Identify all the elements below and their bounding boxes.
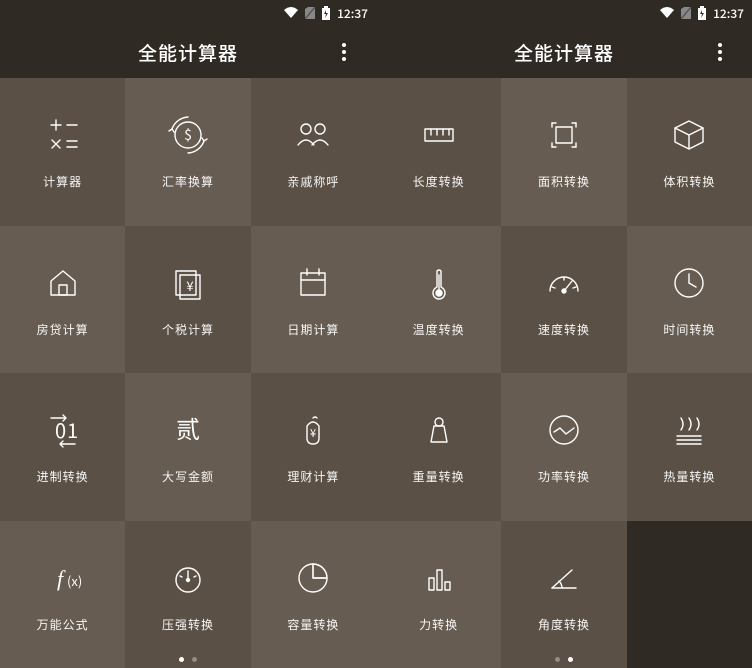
svg-text:1: 1 xyxy=(67,415,78,444)
grid-cell-base[interactable]: 0 1 进制转换 xyxy=(0,373,125,521)
temp-icon xyxy=(417,261,461,305)
time-icon xyxy=(667,261,711,305)
svg-text:(x): (x) xyxy=(67,571,82,590)
power-icon xyxy=(542,408,586,452)
force-icon xyxy=(417,556,461,600)
cell-label: 万能公式 xyxy=(37,616,89,633)
more-vert-icon xyxy=(718,43,722,61)
sim-icon xyxy=(305,7,315,19)
svg-text:¥: ¥ xyxy=(310,425,316,441)
svg-text:f: f xyxy=(57,566,66,591)
grid-cell-speed[interactable]: 速度转换 xyxy=(501,226,626,374)
wifi-icon xyxy=(659,7,675,19)
cell-label: 汇率换算 xyxy=(162,173,214,190)
overflow-menu-button[interactable] xyxy=(700,26,740,78)
date-icon xyxy=(291,261,335,305)
grid-cell-mortgage[interactable]: 房贷计算 xyxy=(0,226,125,374)
speed-icon xyxy=(542,261,586,305)
cell-label: 速度转换 xyxy=(538,321,590,338)
grid-left: 计算器$ 汇率换算 亲戚称呼房贷计算 ¥个税计算 日期计算0 1 进制转换贰大写… xyxy=(0,78,376,668)
grid-cell-tax[interactable]: ¥ 个税计算 xyxy=(125,226,250,374)
grid-cell-force[interactable]: 力转换 xyxy=(376,521,501,668)
grid-cell-power[interactable]: 功率转换 xyxy=(501,373,626,521)
cell-label: 亲戚称呼 xyxy=(287,173,339,190)
finance-icon: ¥ xyxy=(291,408,335,452)
grid-right: 长度转换 面积转换 体积转换 温度转换 速度转换 时间转换重量转换 功率转换 热量转… xyxy=(376,78,752,668)
heat-icon xyxy=(667,408,711,452)
phone-left: 12:37 全能计算器 计算器 $ 汇率换算 亲戚称呼房贷计算 ¥ 个税计算 日期计… xyxy=(0,0,376,668)
cell-label: 体积转换 xyxy=(663,173,715,190)
grid-cell-heat[interactable]: 热量转换 xyxy=(627,373,752,521)
cell-label: 温度转换 xyxy=(413,321,465,338)
tax-icon: ¥ xyxy=(166,261,210,305)
svg-text:贰: 贰 xyxy=(176,417,200,444)
area-icon xyxy=(542,113,586,157)
cell-label: 功率转换 xyxy=(538,468,590,485)
cell-label: 热量转换 xyxy=(663,468,715,485)
cube-icon xyxy=(667,113,711,157)
cell-label: 时间转换 xyxy=(663,321,715,338)
overflow-menu-button[interactable] xyxy=(324,26,364,78)
clock-text: 12:37 xyxy=(713,5,744,22)
calc-icon xyxy=(41,113,85,157)
volume-icon xyxy=(291,556,335,600)
grid-cell-temp[interactable]: 温度转换 xyxy=(376,226,501,374)
grid-cell-cube[interactable]: 体积转换 xyxy=(627,78,752,226)
cell-label: 重量转换 xyxy=(413,468,465,485)
clock-text: 12:37 xyxy=(337,5,368,22)
grid-cell-time[interactable]: 时间转换 xyxy=(627,226,752,374)
appbar: 全能计算器 xyxy=(0,26,376,78)
relatives-icon xyxy=(291,113,335,157)
grid-cell-finance[interactable]: ¥ 理财计算 xyxy=(251,373,376,521)
cell-label: 容量转换 xyxy=(287,616,339,633)
grid-cell-currency[interactable]: $ 汇率换算 xyxy=(125,78,250,226)
weight-icon xyxy=(417,408,461,452)
cell-label: 个税计算 xyxy=(162,321,214,338)
cell-label: 房贷计算 xyxy=(37,321,89,338)
length-icon xyxy=(417,113,461,157)
grid-cell-area[interactable]: 面积转换 xyxy=(501,78,626,226)
grid-cell-formula[interactable]: f (x) 万能公式 xyxy=(0,521,125,668)
battery-icon xyxy=(321,6,331,20)
grid-cell-upper[interactable]: 贰大写金额 xyxy=(125,373,250,521)
upper-icon: 贰 xyxy=(166,408,210,452)
mortgage-icon xyxy=(41,261,85,305)
battery-icon xyxy=(697,6,707,20)
svg-text:$: $ xyxy=(184,125,192,145)
base-icon: 0 1 xyxy=(41,408,85,452)
appbar-title: 全能计算器 xyxy=(138,39,238,66)
grid-cell-date[interactable]: 日期计算 xyxy=(251,226,376,374)
statusbar: 12:37 xyxy=(0,0,376,26)
grid-cell-pressure[interactable]: 压强转换 xyxy=(125,521,250,668)
sim-icon xyxy=(681,7,691,19)
grid-cell-relatives[interactable]: 亲戚称呼 xyxy=(251,78,376,226)
cell-label: 长度转换 xyxy=(413,173,465,190)
formula-icon: f (x) xyxy=(41,556,85,600)
cell-label: 压强转换 xyxy=(162,616,214,633)
grid-cell-weight[interactable]: 重量转换 xyxy=(376,373,501,521)
more-vert-icon xyxy=(342,43,346,61)
wifi-icon xyxy=(283,7,299,19)
cell-label: 面积转换 xyxy=(538,173,590,190)
cell-label: 理财计算 xyxy=(287,468,339,485)
cell-label: 角度转换 xyxy=(538,616,590,633)
statusbar: 12:37 xyxy=(376,0,752,26)
cell-label: 大写金额 xyxy=(162,468,214,485)
cell-label: 力转换 xyxy=(419,616,458,633)
appbar: 全能计算器 xyxy=(376,26,752,78)
cell-label: 进制转换 xyxy=(37,468,89,485)
grid-cell-volume[interactable]: 容量转换 xyxy=(251,521,376,668)
currency-icon: $ xyxy=(166,113,210,157)
svg-text:¥: ¥ xyxy=(186,276,193,295)
grid-cell-empty xyxy=(627,521,752,668)
cell-label: 计算器 xyxy=(43,173,82,190)
grid-cell-calc[interactable]: 计算器 xyxy=(0,78,125,226)
grid-cell-angle[interactable]: 角度转换 xyxy=(501,521,626,668)
cell-label: 日期计算 xyxy=(287,321,339,338)
pressure-icon xyxy=(166,556,210,600)
angle-icon xyxy=(542,556,586,600)
grid-cell-length[interactable]: 长度转换 xyxy=(376,78,501,226)
appbar-title: 全能计算器 xyxy=(514,39,614,66)
phone-right: 12:37 全能计算器 长度转换 面积转换 体积转换 温度转换 速度转换 时间转换… xyxy=(376,0,752,668)
